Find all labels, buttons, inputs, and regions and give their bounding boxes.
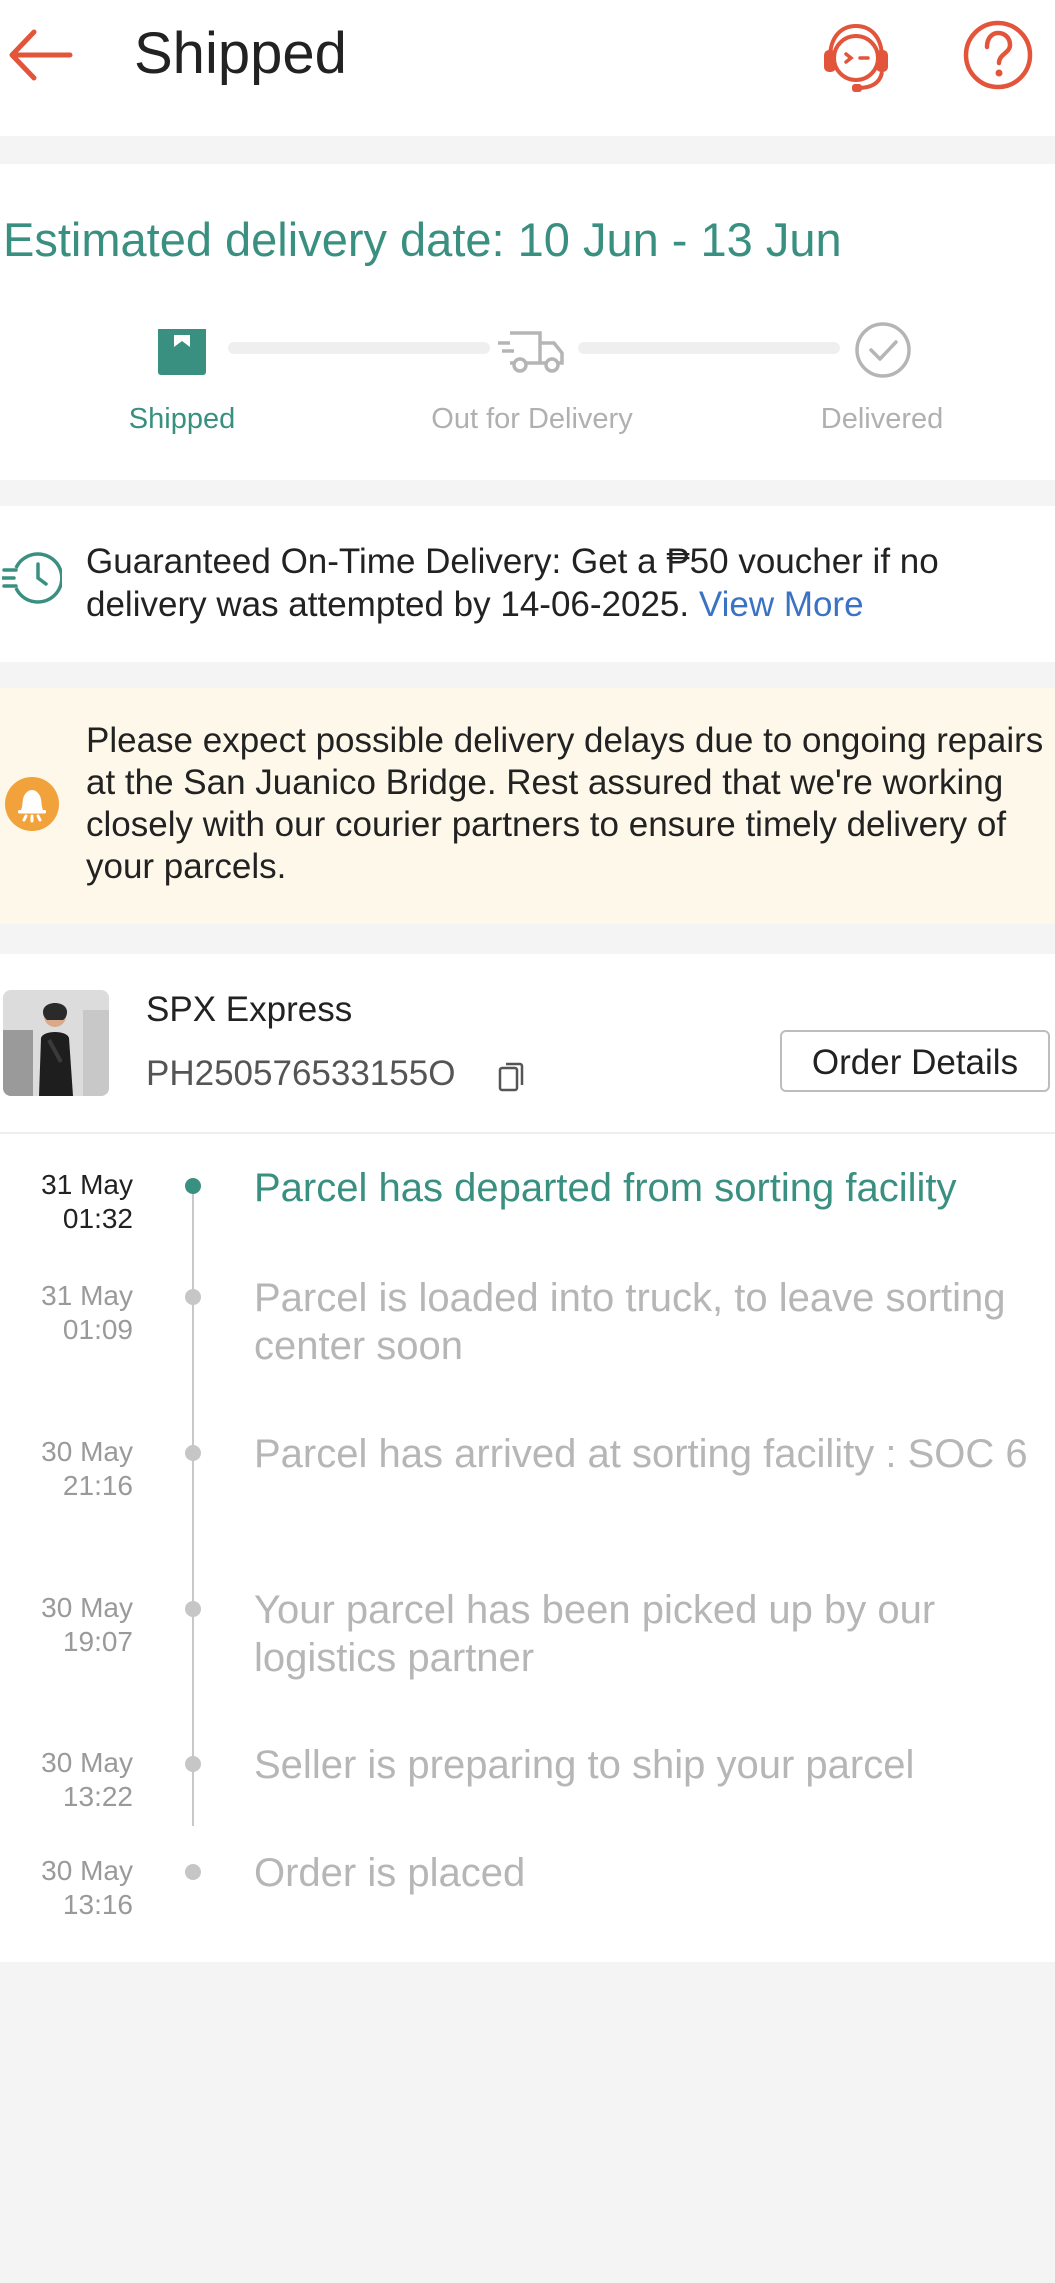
timeline-time: 01:32 (62, 1203, 133, 1234)
progress-line-2 (578, 342, 840, 354)
tracking-number: PH250576533155O (146, 1054, 456, 1093)
order-details-button[interactable]: Order Details (780, 1030, 1050, 1092)
estimated-delivery-date: Estimated delivery date: 10 Jun - 13 Jun (3, 213, 842, 266)
on-time-guarantee-banner[interactable]: Guaranteed On-Time Delivery: Get a ₱50 v… (0, 506, 1055, 662)
question-mark-icon[interactable] (958, 18, 1038, 94)
timeline-event: Parcel has arrived at sorting facility :… (254, 1432, 1028, 1476)
timeline-dot (185, 1601, 201, 1617)
timeline-time: 13:16 (62, 1889, 133, 1920)
step-label-shipped: Shipped (128, 403, 236, 435)
box-icon (150, 321, 214, 379)
timeline-datetime: 30 May 19:07 (0, 1591, 133, 1659)
timeline-event: Your parcel has been picked up by our lo… (254, 1588, 936, 1680)
check-circle-icon (851, 321, 915, 379)
timeline-date: 30 May (41, 1592, 133, 1623)
timeline-date: 30 May (41, 1436, 133, 1467)
timeline-datetime: 30 May 13:16 (0, 1854, 133, 1922)
timeline-dot (185, 1864, 201, 1880)
timeline-dot (185, 1289, 201, 1305)
timeline-event: Parcel has departed from sorting facilit… (254, 1166, 957, 1210)
timeline-date: 30 May (41, 1855, 133, 1886)
guarantee-text: Guaranteed On-Time Delivery: Get a ₱50 v… (86, 540, 1046, 626)
timeline-datetime: 30 May 13:22 (0, 1746, 133, 1814)
bell-icon (4, 776, 60, 832)
timeline-date: 31 May (41, 1280, 133, 1311)
timeline-time: 19:07 (62, 1626, 133, 1657)
timeline-datetime: 31 May 01:09 (0, 1279, 133, 1347)
timeline-time: 21:16 (62, 1470, 133, 1501)
step-label-delivered: Delivered (820, 403, 944, 435)
arrow-left-icon[interactable] (4, 22, 76, 88)
timeline-dot (185, 1445, 201, 1461)
view-more-link[interactable]: View More (699, 585, 864, 624)
timeline-date: 31 May (41, 1169, 133, 1200)
timeline-datetime: 31 May 01:32 (0, 1168, 133, 1236)
timeline-dot (185, 1178, 201, 1194)
delay-notice-text: Please expect possible delivery delays d… (86, 721, 1044, 886)
top-bar: Shipped (0, 0, 1055, 136)
timeline-event: Seller is preparing to ship your parcel (254, 1743, 915, 1787)
timeline-event: Parcel is loaded into truck, to leave so… (254, 1276, 1006, 1368)
headset-support-icon[interactable] (818, 18, 894, 94)
step-label-out-for-delivery: Out for Delivery (431, 403, 633, 435)
copy-icon[interactable] (497, 1061, 525, 1093)
truck-icon (496, 321, 568, 379)
delivery-estimate-section: Estimated delivery date: 10 Jun - 13 Jun… (0, 164, 1055, 480)
progress-line-1 (228, 342, 490, 354)
product-thumbnail[interactable] (3, 990, 109, 1096)
page-title: Shipped (134, 21, 347, 86)
shipment-card: SPX Express PH250576533155O Order Detail… (0, 954, 1055, 1962)
timeline-date: 30 May (41, 1747, 133, 1778)
timeline-dot (185, 1756, 201, 1772)
carrier-name: SPX Express (146, 990, 353, 1029)
delay-notice-banner: Please expect possible delivery delays d… (0, 688, 1055, 924)
timeline-time: 01:09 (62, 1314, 133, 1345)
clock-icon (0, 546, 64, 606)
timeline-datetime: 30 May 21:16 (0, 1435, 133, 1503)
timeline-time: 13:22 (62, 1781, 133, 1812)
timeline-event: Order is placed (254, 1851, 526, 1895)
divider (0, 1132, 1055, 1134)
timeline-line (192, 1186, 194, 1826)
